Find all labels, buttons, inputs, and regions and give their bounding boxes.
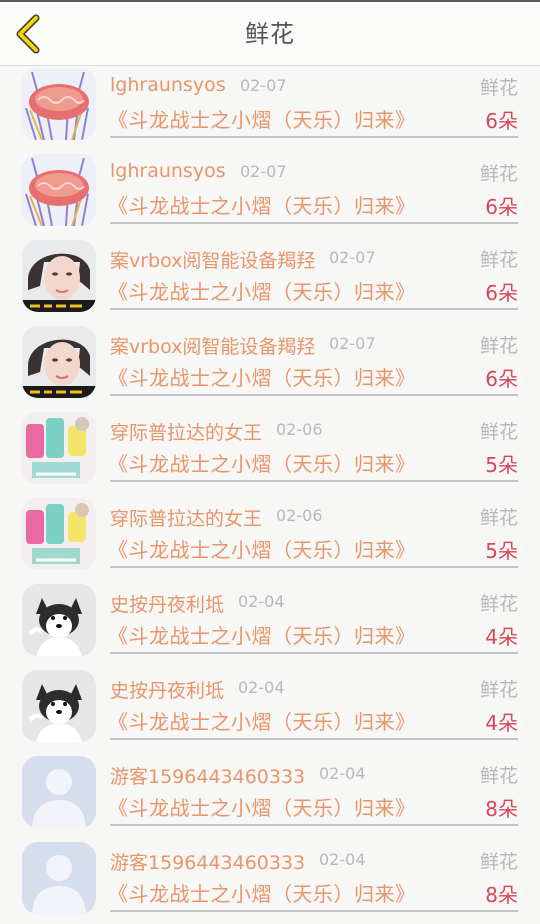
avatar[interactable] [22, 68, 96, 140]
flower-count: 6朵 [485, 109, 518, 133]
avatar[interactable] [22, 326, 96, 398]
book-title[interactable]: 《斗龙战士之小熠（天乐）归来》 [108, 534, 416, 563]
default-user-icon [22, 842, 96, 914]
page-title: 鲜花 [245, 20, 295, 48]
avatar-cake-picture [22, 154, 96, 226]
gift-type: 鲜花 [479, 507, 518, 529]
row-divider [110, 480, 518, 482]
row-divider [110, 136, 518, 138]
gift-date: 02-04 [238, 592, 285, 611]
list-item[interactable]: 游客1596443460333 02-04 鲜花 《斗龙战士之小熠（天乐）归来》… [0, 840, 540, 924]
sender-name[interactable]: lghraunsyos [110, 74, 226, 96]
flower-count: 8朵 [485, 883, 518, 907]
book-title[interactable]: 《斗龙战士之小熠（天乐）归来》 [108, 878, 416, 907]
gift-type: 鲜花 [479, 77, 518, 99]
default-user-icon [22, 756, 96, 828]
list-item[interactable]: lghraunsyos 02-07 鲜花 《斗龙战士之小熠（天乐）归来》 6朵 [0, 66, 540, 152]
avatar-toys-picture [22, 498, 96, 570]
gift-date: 02-07 [329, 334, 376, 353]
sender-name[interactable]: 游客1596443460333 [110, 848, 305, 875]
row-divider [110, 566, 518, 568]
book-title[interactable]: 《斗龙战士之小熠（天乐）归来》 [108, 190, 416, 219]
avatar[interactable] [22, 756, 96, 828]
book-title[interactable]: 《斗龙战士之小熠（天乐）归来》 [108, 706, 416, 735]
flower-count: 5朵 [485, 539, 518, 563]
row-divider [110, 824, 518, 826]
gift-type: 鲜花 [479, 593, 518, 615]
list-item[interactable]: 史按丹夜利坻 02-04 鲜花 《斗龙战士之小熠（天乐）归来》 4朵 [0, 582, 540, 668]
list-item[interactable]: 案vrbox阅智能设备羯羟 02-07 鲜花 《斗龙战士之小熠（天乐）归来》 6… [0, 238, 540, 324]
flower-count: 6朵 [485, 195, 518, 219]
sender-name[interactable]: 案vrbox阅智能设备羯羟 [110, 246, 315, 273]
gift-type: 鲜花 [479, 421, 518, 443]
gift-date: 02-07 [240, 76, 287, 95]
gift-type: 鲜花 [479, 163, 518, 185]
flower-gift-list[interactable]: lghraunsyos 02-07 鲜花 《斗龙战士之小熠（天乐）归来》 6朵 … [0, 66, 540, 924]
avatar-toys-picture [22, 412, 96, 484]
avatar-portrait-picture [22, 240, 96, 312]
avatar[interactable] [22, 670, 96, 742]
gift-type: 鲜花 [479, 851, 518, 873]
flower-count: 4朵 [485, 625, 518, 649]
row-divider [110, 738, 518, 740]
gift-date: 02-06 [276, 506, 323, 525]
list-item[interactable]: 穿际普拉达的女王 02-06 鲜花 《斗龙战士之小熠（天乐）归来》 5朵 [0, 410, 540, 496]
list-item[interactable]: 游客1596443460333 02-04 鲜花 《斗龙战士之小熠（天乐）归来》… [0, 754, 540, 840]
avatar-cake-picture [22, 68, 96, 140]
avatar-portrait-picture [22, 326, 96, 398]
list-item[interactable]: 案vrbox阅智能设备羯羟 02-07 鲜花 《斗龙战士之小熠（天乐）归来》 6… [0, 324, 540, 410]
sender-name[interactable]: lghraunsyos [110, 160, 226, 182]
gift-type: 鲜花 [479, 249, 518, 271]
gift-type: 鲜花 [479, 765, 518, 787]
gift-date: 02-04 [319, 764, 366, 783]
flower-count: 6朵 [485, 281, 518, 305]
row-divider [110, 308, 518, 310]
avatar-dog-picture [22, 584, 96, 656]
gift-date: 02-07 [329, 248, 376, 267]
avatar[interactable] [22, 498, 96, 570]
avatar[interactable] [22, 240, 96, 312]
list-item[interactable]: 史按丹夜利坻 02-04 鲜花 《斗龙战士之小熠（天乐）归来》 4朵 [0, 668, 540, 754]
row-divider [110, 222, 518, 224]
avatar[interactable] [22, 842, 96, 914]
gift-date: 02-06 [276, 420, 323, 439]
book-title[interactable]: 《斗龙战士之小熠（天乐）归来》 [108, 276, 416, 305]
gift-date: 02-04 [238, 678, 285, 697]
flower-count: 8朵 [485, 797, 518, 821]
gift-type: 鲜花 [479, 335, 518, 357]
gift-date: 02-07 [240, 162, 287, 181]
avatar-dog-picture [22, 670, 96, 742]
gift-date: 02-04 [319, 850, 366, 869]
sender-name[interactable]: 游客1596443460333 [110, 762, 305, 789]
row-divider [110, 910, 518, 912]
book-title[interactable]: 《斗龙战士之小熠（天乐）归来》 [108, 362, 416, 391]
book-title[interactable]: 《斗龙战士之小熠（天乐）归来》 [108, 448, 416, 477]
avatar[interactable] [22, 154, 96, 226]
sender-name[interactable]: 史按丹夜利坻 [110, 590, 224, 617]
row-divider [110, 652, 518, 654]
row-divider [110, 394, 518, 396]
flower-count: 6朵 [485, 367, 518, 391]
sender-name[interactable]: 穿际普拉达的女王 [110, 504, 262, 531]
flower-count: 5朵 [485, 453, 518, 477]
book-title[interactable]: 《斗龙战士之小熠（天乐）归来》 [108, 792, 416, 821]
sender-name[interactable]: 穿际普拉达的女王 [110, 418, 262, 445]
list-item[interactable]: lghraunsyos 02-07 鲜花 《斗龙战士之小熠（天乐）归来》 6朵 [0, 152, 540, 238]
sender-name[interactable]: 案vrbox阅智能设备羯羟 [110, 332, 315, 359]
gift-type: 鲜花 [479, 679, 518, 701]
top-bar: 鲜花 [0, 2, 540, 66]
book-title[interactable]: 《斗龙战士之小熠（天乐）归来》 [108, 104, 416, 133]
list-item[interactable]: 穿际普拉达的女王 02-06 鲜花 《斗龙战士之小熠（天乐）归来》 5朵 [0, 496, 540, 582]
avatar[interactable] [22, 412, 96, 484]
flower-count: 4朵 [485, 711, 518, 735]
avatar[interactable] [22, 584, 96, 656]
book-title[interactable]: 《斗龙战士之小熠（天乐）归来》 [108, 620, 416, 649]
sender-name[interactable]: 史按丹夜利坻 [110, 676, 224, 703]
